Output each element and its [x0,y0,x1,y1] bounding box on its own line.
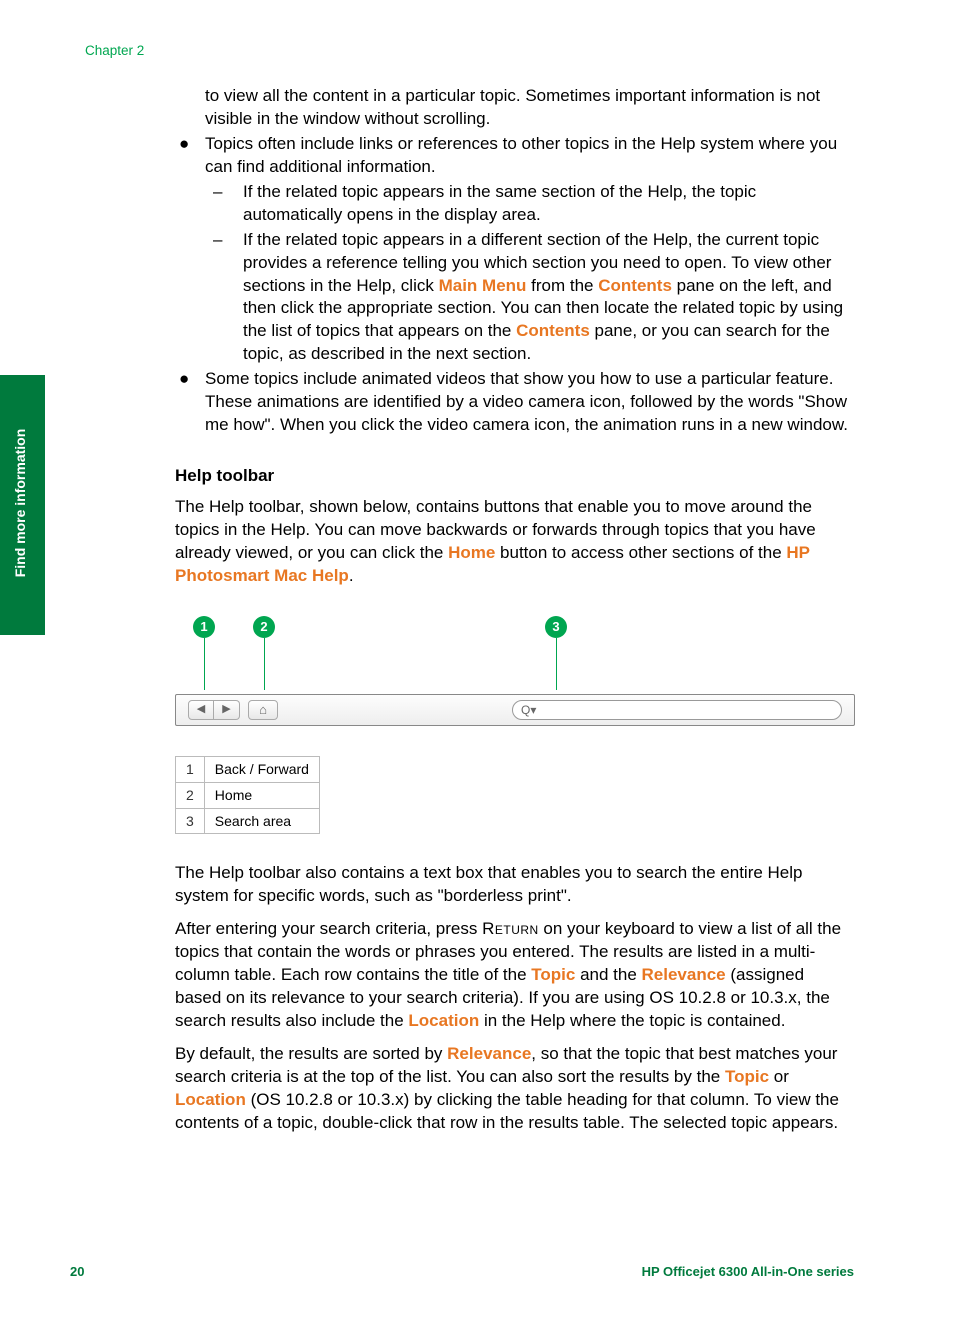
relevance-label: Relevance [642,965,726,984]
bullet-icon: ● [175,133,205,179]
callout-1: 1 [193,616,215,638]
dash-icon: – [205,181,243,227]
intro-continuation: to view all the content in a particular … [205,85,855,131]
text-run: . [349,566,354,585]
search-paragraph: After entering your search criteria, pre… [175,918,855,1033]
topic-label-2: Topic [725,1067,769,1086]
location-label-2: Location [175,1090,246,1109]
callout-legend-table: 1 Back / Forward 2 Home 3 Search area [175,756,320,835]
topic-label: Topic [531,965,575,984]
text-run: or [769,1067,789,1086]
page-number: 20 [70,1264,84,1279]
bullet-item: ● Some topics include animated videos th… [175,368,855,437]
dash-icon: – [205,229,243,367]
chapter-label: Chapter 2 [85,43,144,58]
bullet-icon: ● [175,368,205,437]
dash-text: If the related topic appears in the same… [243,181,855,227]
text-run: (OS 10.2.8 or 10.3.x) by clicking the ta… [175,1090,839,1132]
text-run: button to access other sections of the [495,543,786,562]
home-label: Home [448,543,495,562]
sort-paragraph: By default, the results are sorted by Re… [175,1043,855,1135]
dash-item: – If the related topic appears in the sa… [205,181,855,227]
legend-num: 3 [176,808,205,834]
help-toolbar-paragraph: The Help toolbar, shown below, contains … [175,496,855,588]
text-run: After entering your search criteria, pre… [175,919,482,938]
main-menu-label: Main Menu [439,276,527,295]
search-icon: Q▾ [521,702,536,718]
footer-brand: HP Officejet 6300 All-in-One series [642,1264,854,1279]
legend-num: 2 [176,782,205,808]
text-run: By default, the results are sorted by [175,1044,447,1063]
leader-line [264,638,265,690]
return-key: Return [482,919,539,938]
bullet-text: Some topics include animated videos that… [205,368,855,437]
page-content: to view all the content in a particular … [175,85,855,1135]
help-toolbar-heading: Help toolbar [175,465,855,488]
nav-buttons-group: ◀ ▶ [188,700,240,720]
legend-label: Home [204,782,319,808]
home-button[interactable]: ⌂ [248,700,278,720]
dash-item: – If the related topic appears in a diff… [205,229,855,367]
leader-line [556,638,557,690]
table-row: 1 Back / Forward [176,756,320,782]
table-row: 2 Home [176,782,320,808]
bullet-text: Topics often include links or references… [205,133,855,179]
table-row: 3 Search area [176,808,320,834]
leader-line [204,638,205,690]
text-run: from the [526,276,598,295]
callout-3: 3 [545,616,567,638]
side-tab-label: Find more information [12,393,28,613]
help-toolbar-bar: ◀ ▶ ⌂ Q▾ [175,694,855,726]
contents-label: Contents [598,276,672,295]
legend-label: Search area [204,808,319,834]
relevance-label-2: Relevance [447,1044,531,1063]
location-label: Location [408,1011,479,1030]
toolbar-para-2: The Help toolbar also contains a text bo… [175,862,855,908]
forward-button[interactable]: ▶ [214,700,240,720]
text-run: and the [575,965,641,984]
contents-label-2: Contents [516,321,590,340]
back-button[interactable]: ◀ [188,700,214,720]
callout-2: 2 [253,616,275,638]
legend-num: 1 [176,756,205,782]
toolbar-diagram: 1 2 3 ◀ ▶ ⌂ Q▾ [175,616,855,736]
search-input[interactable]: Q▾ [512,700,842,720]
legend-label: Back / Forward [204,756,319,782]
text-run: in the Help where the topic is contained… [479,1011,785,1030]
dash-text: If the related topic appears in a differ… [243,229,855,367]
side-tab: Find more information [0,375,45,635]
bullet-item: ● Topics often include links or referenc… [175,133,855,179]
sub-list: – If the related topic appears in the sa… [205,181,855,367]
